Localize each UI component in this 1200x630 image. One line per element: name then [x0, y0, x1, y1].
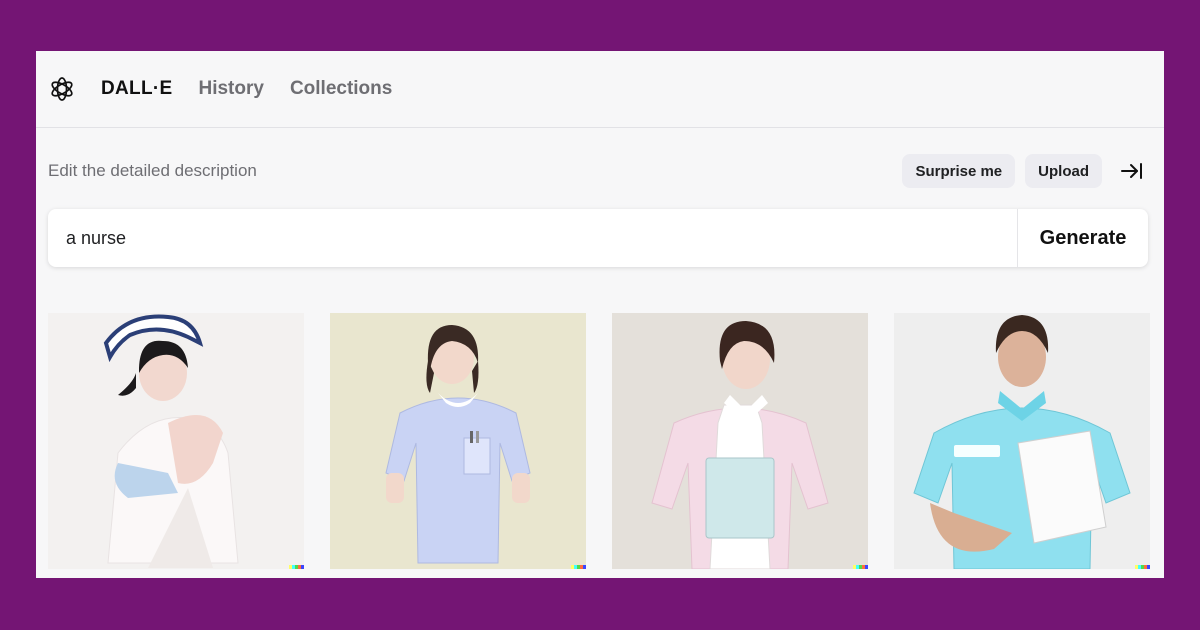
result-image[interactable]: [48, 313, 304, 569]
watermark-stripe: [853, 565, 868, 569]
result-image[interactable]: [612, 313, 868, 569]
openai-logo-icon[interactable]: [48, 75, 76, 103]
watermark-stripe: [289, 565, 304, 569]
watermark-color-block: [301, 565, 304, 569]
results-grid: [48, 313, 1150, 569]
nav-history[interactable]: History: [198, 78, 263, 100]
watermark-color-block: [1147, 565, 1150, 569]
dalle-window: DALL·E History Collections Edit the deta…: [36, 51, 1164, 578]
prompt-box: Generate: [48, 209, 1148, 267]
generate-button[interactable]: Generate: [1017, 209, 1148, 267]
prompt-toolbar: Edit the detailed description Surprise m…: [48, 154, 1148, 188]
prompt-input[interactable]: [48, 209, 1017, 267]
watermark-stripe: [1135, 565, 1150, 569]
arrow-right-to-bar-icon[interactable]: [1116, 155, 1148, 187]
nav-brand-dalle[interactable]: DALL·E: [101, 78, 172, 100]
nav-collections[interactable]: Collections: [290, 78, 392, 100]
watermark-stripe: [571, 565, 586, 569]
top-navigation: DALL·E History Collections: [36, 51, 1164, 128]
prompt-label: Edit the detailed description: [48, 161, 257, 180]
watermark-color-block: [583, 565, 586, 569]
result-image[interactable]: [330, 313, 586, 569]
surprise-me-button[interactable]: Surprise me: [902, 154, 1016, 188]
watermark-color-block: [865, 565, 868, 569]
result-image[interactable]: [894, 313, 1150, 569]
upload-button[interactable]: Upload: [1025, 154, 1102, 188]
